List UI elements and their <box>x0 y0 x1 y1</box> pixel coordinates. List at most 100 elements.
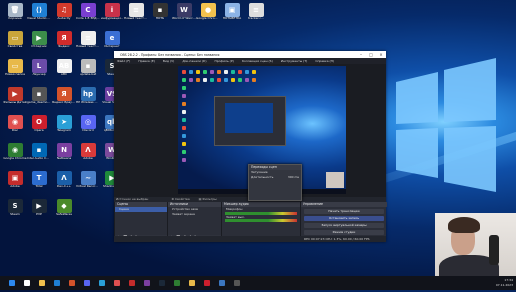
app-icon: i <box>104 3 120 17</box>
source-item[interactable]: Захват экрана <box>168 212 221 217</box>
clock-date: 07.11.2023 <box>495 283 513 287</box>
desktop-icon-label: Dev-C++ <box>56 185 72 188</box>
desktop-icon[interactable]: ▪ ПОТЬ <box>148 2 172 28</box>
desktop-icon-label: tracker.c... <box>248 17 264 20</box>
minimize-icon[interactable]: – <box>356 51 366 58</box>
taskbar-app-icon[interactable] <box>219 280 225 286</box>
app-icon: ◉ <box>7 143 23 157</box>
desktop-icon[interactable]: Λ Adobe <box>76 142 100 168</box>
desktop-icon[interactable]: ♫ Audacity <box>52 2 76 28</box>
desktop-icon[interactable]: ◉ Google Chrome <box>3 142 27 168</box>
taskbar-app-icon[interactable] <box>99 280 105 286</box>
taskbar-app-icon[interactable] <box>9 280 15 286</box>
desktop-icon[interactable]: ➤ Telegram <box>52 114 76 140</box>
desktop-icon[interactable]: ≡ tracker.c... <box>244 2 268 28</box>
desktop-icon-label: Свойства <box>7 45 23 48</box>
desktop-icon[interactable]: ▭ Свойства <box>3 30 27 56</box>
close-icon[interactable]: × <box>376 51 386 58</box>
taskbar-app-icon[interactable] <box>69 280 75 286</box>
desktop-icon[interactable]: ◉ Disc <box>3 114 27 140</box>
sources-dock: Источники Устройство захв Захват экрана … <box>167 202 221 240</box>
desktop-icon[interactable]: ~ Virtual Recorder <box>76 170 100 196</box>
desktop-icon[interactable]: ▪ update.bat <box>76 58 100 84</box>
taskbar-app-icon[interactable] <box>114 280 120 286</box>
desktop-icon-label: Корзина <box>8 17 22 20</box>
studio-mode-button[interactable]: Режим студии <box>304 229 384 235</box>
desktop-icon[interactable]: ≡Новый текстовый <box>76 30 100 56</box>
stop-recording-button[interactable]: Остановить запись <box>304 215 384 221</box>
desktop-icon-label: ПОТЬ <box>155 17 165 20</box>
taskbar-app-icon[interactable] <box>39 280 45 286</box>
desktop-icon[interactable]: ●Google Chrome Beta <box>196 2 220 28</box>
obs-titlebar[interactable]: OBS 28.2.2 - Профиль: Без названия - Сце… <box>114 51 386 58</box>
desktop-icon[interactable]: AB ABC <box>52 58 76 84</box>
app-icon: ▶ <box>31 199 47 213</box>
windows-logo-icon <box>396 58 496 192</box>
app-icon: ▶ <box>31 31 47 45</box>
desktop-icon[interactable]: T Total <box>27 170 51 196</box>
app-icon: ◉ <box>7 115 23 129</box>
scene-item[interactable]: Сцена <box>115 207 167 212</box>
desktop-icon-label: HP Wireless Menu <box>76 101 100 104</box>
desktop-icon[interactable]: S Steam <box>3 198 27 224</box>
desktop-icon[interactable]: ▶ Фильмы Детей <box>3 86 27 112</box>
desktop-icon[interactable]: i инфурмацио.. <box>100 2 124 28</box>
app-icon: e <box>104 31 120 45</box>
desktop-icon[interactable]: W World of Warcraft <box>172 2 196 28</box>
desktop-icon[interactable]: O Opera <box>27 114 51 140</box>
desktop-icon[interactable]: 🗑 Корзина <box>3 2 27 28</box>
desktop-icon-label: SafeWares <box>56 213 72 216</box>
desktop-icon[interactable]: ▶ Отладчик <box>27 30 51 56</box>
desktop-icon[interactable]: ▣ ПОТЬВЕТКА <box>220 2 244 28</box>
desktop-icon[interactable]: ◆ SafeWares <box>52 198 76 224</box>
desktop-icon[interactable]: Λ Dev-C++ <box>52 170 76 196</box>
transition-duration[interactable]: Длительность 300 ms <box>249 175 301 180</box>
taskbar-app-icon[interactable] <box>129 280 135 286</box>
obs-window[interactable]: OBS 28.2.2 - Профиль: Без названия - Сце… <box>114 51 387 242</box>
obs-title-text: OBS 28.2.2 - Профиль: Без названия - Сце… <box>120 52 220 57</box>
taskbar-app-icon[interactable] <box>144 280 150 286</box>
desktop-icon-label: Яндекс Браузер <box>52 101 76 104</box>
desktop-icon[interactable]: L Лаунчер <box>27 58 51 84</box>
desktop-icon[interactable]: ▶ PVP <box>27 198 51 224</box>
taskbar-app-icon[interactable] <box>54 280 60 286</box>
virtual-camera-button[interactable]: Запуск виртуальной камеры <box>304 222 384 228</box>
taskbar-app-icon[interactable] <box>204 280 210 286</box>
desktop-icon[interactable]: N Netbeans <box>52 142 76 168</box>
desktop-icon[interactable]: ▪game_daemon.exe <box>27 86 51 112</box>
taskbar-app-icon[interactable] <box>159 280 165 286</box>
start-stream-button[interactable]: Начать трансляцию <box>304 208 384 214</box>
desktop-icon-label: Code 1.8 ЗРД код <box>76 17 100 20</box>
desktop-icon[interactable]: ▪Intel Audio Controller <box>27 142 51 168</box>
transitions-popup[interactable]: Переходы сцен Затухание Длительность 300 … <box>248 164 302 201</box>
taskbar-app-icon[interactable] <box>189 280 195 286</box>
desktop-icon[interactable]: ◎ Discord <box>76 114 100 140</box>
app-icon: ● <box>200 3 216 17</box>
taskbar-app-icon[interactable] <box>24 280 30 286</box>
taskbar-app-icon[interactable] <box>84 280 90 286</box>
properties-button[interactable]: ⚙ Свойства <box>171 197 189 201</box>
desktop-icon-label: Discord <box>82 129 94 132</box>
desktop-icon-label: инфурмацио.. <box>101 17 123 20</box>
app-icon: T <box>31 171 47 185</box>
desktop-icon-label: Audacity <box>57 17 71 20</box>
desktop-icon[interactable]: ▭ Новая папка <box>3 58 27 84</box>
desktop-icon[interactable]: ▣ Adobe <box>3 170 27 196</box>
app-icon: ⟨⟩ <box>31 3 47 17</box>
desktop-icon[interactable]: hpHP Wireless Menu <box>76 86 100 112</box>
filters-button[interactable]: ▤ Фильтры <box>199 197 217 201</box>
desktop-icon-label: World of Warcraft <box>172 17 196 20</box>
maximize-icon[interactable]: □ <box>366 51 376 58</box>
desktop-icon-label: Netbeans <box>56 157 72 160</box>
app-icon: ▪ <box>31 143 47 157</box>
desktop-icon[interactable]: ≡Новый текстовый... <box>124 2 148 28</box>
taskbar-app-icon[interactable] <box>174 280 180 286</box>
taskbar-app-icon[interactable] <box>234 280 240 286</box>
desktop-icon[interactable]: Я Яндекс <box>52 30 76 56</box>
desktop-icon-label: Google Chrome Beta <box>196 17 220 20</box>
desktop-icon[interactable]: ⟨⟩Visual Studio Code <box>27 2 51 28</box>
app-icon: ▶ <box>7 87 23 101</box>
desktop-icon[interactable]: Я Яндекс Браузер <box>52 86 76 112</box>
app-icon: ▣ <box>224 3 240 17</box>
desktop-icon[interactable]: CCode 1.8 ЗРД код <box>76 2 100 28</box>
